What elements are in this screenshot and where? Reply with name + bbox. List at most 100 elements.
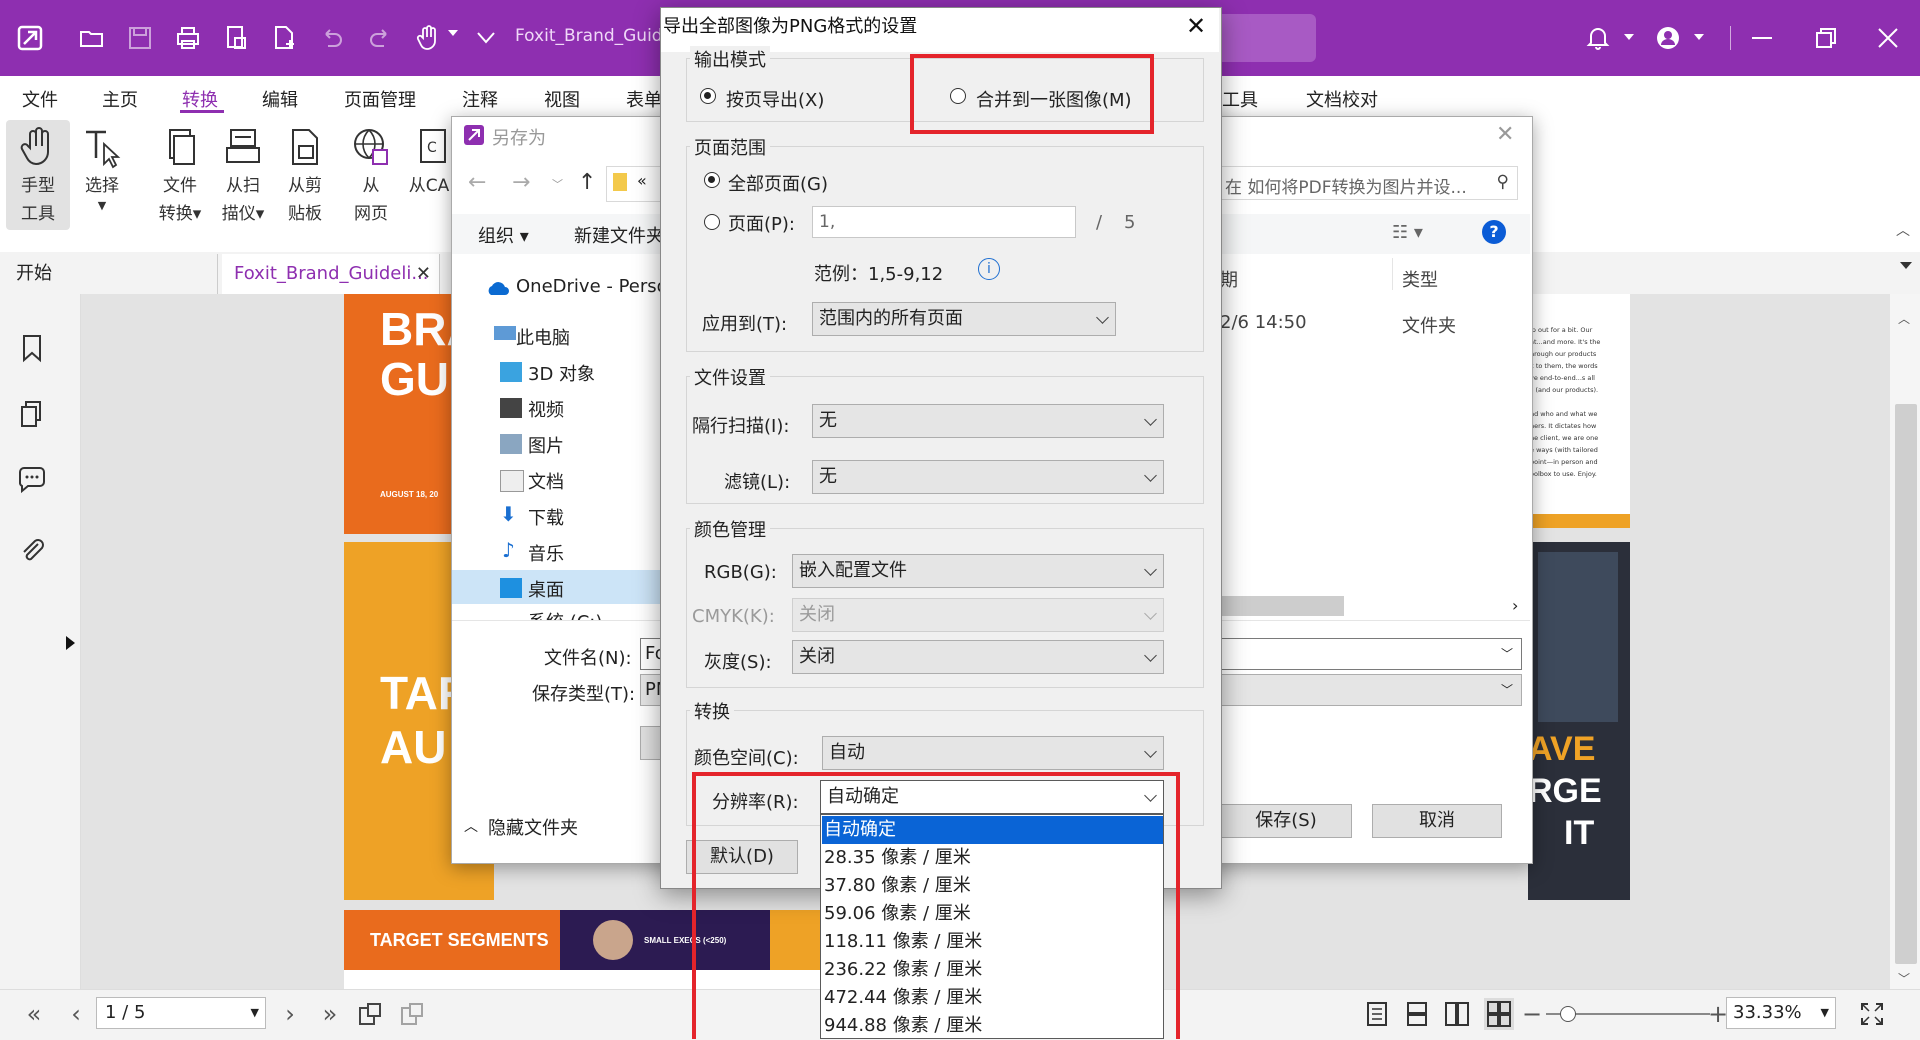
from-scanner-button[interactable]: 从扫 描仪▾: [208, 124, 278, 228]
rotate-view-icon[interactable]: [356, 1000, 384, 1028]
forward-arrow-icon[interactable]: →: [512, 170, 530, 195]
customize-toolbar-icon[interactable]: [466, 18, 506, 58]
document-icon[interactable]: [216, 18, 256, 58]
menu-edit[interactable]: 编辑: [262, 86, 298, 112]
save-icon[interactable]: [120, 18, 160, 58]
pages-label[interactable]: 页面(P):: [728, 210, 795, 236]
save-as-options-button[interactable]: [640, 726, 660, 760]
menu-view[interactable]: 视图: [544, 86, 580, 112]
print-icon[interactable]: [168, 18, 208, 58]
last-page-icon[interactable]: »: [316, 1000, 344, 1028]
continuous-facing-view-icon[interactable]: [1484, 998, 1514, 1030]
search-icon[interactable]: ⚲: [1497, 172, 1509, 192]
comments-icon[interactable]: [16, 464, 48, 496]
tree-onedrive[interactable]: OneDrive - Perso: [516, 276, 668, 297]
tab-overflow-icon[interactable]: [1900, 262, 1912, 269]
zoom-input[interactable]: 33.33% ▼: [1726, 997, 1836, 1029]
zoom-out-icon[interactable]: −: [1518, 1000, 1546, 1028]
filetype-dropdown-icon[interactable]: ﹀: [1501, 681, 1513, 698]
reflow-icon[interactable]: [398, 1000, 426, 1028]
tree-system-c[interactable]: 系统 (C:): [528, 608, 602, 620]
filename-input-end[interactable]: ﹀: [1220, 638, 1522, 670]
help-icon[interactable]: ?: [1482, 220, 1506, 244]
tree-music[interactable]: 音乐: [528, 540, 564, 566]
tree-this-pc[interactable]: 此电脑: [516, 324, 570, 350]
from-cad-button[interactable]: C 从CA: [404, 124, 454, 200]
scroll-down-icon[interactable]: ﹀: [1898, 970, 1910, 987]
tree-videos[interactable]: 视频: [528, 396, 564, 422]
facing-view-icon[interactable]: [1444, 1000, 1470, 1028]
save-as-search-box[interactable]: 在 如何将PDF转换为图片并设... ⚲: [1218, 166, 1518, 200]
menu-convert[interactable]: 转换: [182, 86, 218, 112]
previous-page-icon[interactable]: ‹: [62, 1000, 90, 1028]
horizontal-scroll-thumb[interactable]: [1220, 596, 1344, 616]
color-space-select[interactable]: 自动: [822, 736, 1164, 770]
file-convert-button[interactable]: 文件 转换▾: [145, 124, 215, 228]
open-folder-icon[interactable]: [72, 18, 112, 58]
apply-to-select[interactable]: 范围内的所有页面: [812, 302, 1116, 336]
menu-tools[interactable]: 工具: [1222, 86, 1258, 112]
panel-expand-icon[interactable]: [66, 636, 75, 650]
close-window-icon[interactable]: [1868, 18, 1908, 58]
page-number-input[interactable]: 1 / 5 ▼: [96, 997, 266, 1029]
hand-dropdown-icon[interactable]: [448, 30, 458, 36]
breadcrumb-overflow[interactable]: «: [637, 171, 647, 190]
menu-proofread[interactable]: 文档校对: [1306, 86, 1378, 112]
save-as-close-icon[interactable]: ✕: [1496, 122, 1514, 147]
restore-icon[interactable]: [1806, 18, 1846, 58]
filename-input[interactable]: Fo: [640, 638, 666, 670]
next-page-icon[interactable]: ›: [276, 1000, 304, 1028]
single-page-view-icon[interactable]: [1364, 1000, 1390, 1028]
menu-file[interactable]: 文件: [22, 86, 58, 112]
tree-downloads[interactable]: 下载: [528, 504, 564, 530]
interlace-select[interactable]: 无: [812, 404, 1164, 438]
ribbon-collapse-icon[interactable]: ︿: [1896, 220, 1910, 240]
info-icon[interactable]: i: [978, 258, 1000, 280]
fullscreen-icon[interactable]: [1858, 1000, 1886, 1028]
continuous-view-icon[interactable]: [1404, 1000, 1430, 1028]
hide-folders-button[interactable]: 隐藏文件夹: [488, 814, 578, 840]
pages-icon[interactable]: [16, 398, 48, 430]
tab-document[interactable]: Foxit_Brand_Guideli... ✕: [222, 254, 440, 294]
zoom-slider-thumb[interactable]: [1560, 1006, 1576, 1022]
menu-page-management[interactable]: 页面管理: [344, 86, 416, 112]
png-dialog-close-icon[interactable]: ✕: [1186, 12, 1206, 40]
tree-documents[interactable]: 文档: [528, 468, 564, 494]
menu-form[interactable]: 表单: [626, 86, 662, 112]
attachment-icon[interactable]: [16, 534, 48, 566]
from-clipboard-button[interactable]: 从剪 贴板: [270, 124, 340, 228]
scroll-right-icon[interactable]: ›: [1512, 596, 1518, 615]
recent-dropdown-icon[interactable]: ﹀: [552, 176, 563, 192]
by-page-radio[interactable]: [700, 88, 716, 104]
new-folder-button[interactable]: 新建文件夹: [574, 222, 664, 248]
hide-folders-icon[interactable]: ︿: [464, 816, 478, 836]
scroll-up-icon[interactable]: ︿: [1898, 310, 1910, 327]
redo-icon[interactable]: [360, 18, 400, 58]
filename-dropdown-icon[interactable]: ﹀: [1501, 645, 1513, 662]
notification-dropdown-icon[interactable]: [1624, 34, 1634, 40]
tree-3d-objects[interactable]: 3D 对象: [528, 360, 595, 386]
first-page-icon[interactable]: «: [20, 1000, 48, 1028]
new-document-icon[interactable]: [264, 18, 304, 58]
filter-select[interactable]: 无: [812, 460, 1164, 494]
menu-comment[interactable]: 注释: [462, 86, 498, 112]
tab-close-icon[interactable]: ✕: [416, 254, 431, 294]
rgb-select[interactable]: 嵌入配置文件: [792, 554, 1164, 588]
all-pages-label[interactable]: 全部页面(G): [728, 170, 828, 196]
menu-home[interactable]: 主页: [102, 86, 138, 112]
save-button[interactable]: 保存(S): [1220, 804, 1352, 838]
address-bar[interactable]: «: [606, 166, 662, 202]
by-page-label[interactable]: 按页导出(X): [726, 86, 824, 112]
all-pages-radio[interactable]: [704, 172, 720, 188]
back-arrow-icon[interactable]: ←: [468, 170, 486, 195]
undo-icon[interactable]: [312, 18, 352, 58]
column-date-header[interactable]: 期: [1220, 266, 1238, 292]
select-button[interactable]: 选择 ▼: [67, 124, 137, 212]
hand-tool-icon[interactable]: [408, 18, 448, 58]
column-type-header[interactable]: 类型: [1402, 266, 1438, 292]
pages-input[interactable]: 1,: [812, 206, 1076, 238]
tab-start[interactable]: 开始: [4, 254, 218, 294]
account-dropdown-icon[interactable]: [1694, 34, 1704, 40]
from-web-button[interactable]: 从 网页: [336, 124, 406, 228]
tree-desktop[interactable]: 桌面: [528, 576, 564, 602]
